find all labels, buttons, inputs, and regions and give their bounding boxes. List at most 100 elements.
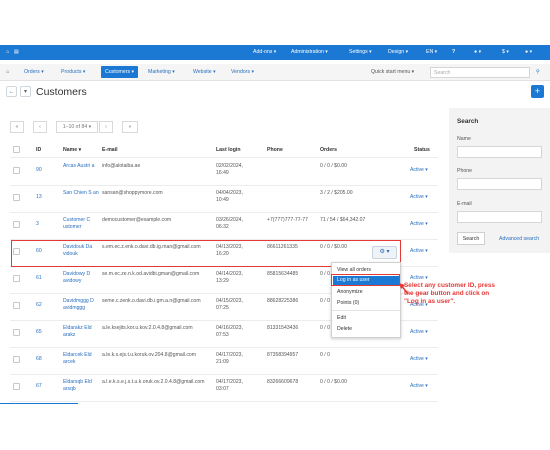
row-name[interactable]: Davidowy D avidowy — [63, 271, 99, 285]
row-id[interactable]: 68 — [36, 356, 42, 363]
quick-start-menu[interactable]: Quick start menu ▾ — [371, 69, 414, 75]
storefront-icon[interactable]: ⌂ — [6, 49, 9, 55]
menu-item-edit[interactable]: Edit — [337, 315, 346, 321]
row-checkbox[interactable] — [13, 302, 20, 309]
col-id[interactable]: ID — [36, 147, 41, 153]
row-name[interactable]: Customer C ustomer — [63, 217, 99, 231]
row-status[interactable]: Active ▾ — [410, 275, 428, 281]
sidebar-search-button[interactable]: Search — [457, 232, 485, 245]
row-email[interactable]: info@alotaiba.ae — [102, 163, 214, 170]
row-id[interactable]: 67 — [36, 383, 42, 390]
pagination-range[interactable]: 1–10 of 84 ▾ — [56, 121, 98, 133]
menu-item-delete[interactable]: Delete — [337, 326, 352, 332]
row-orders: 0 / 0 / $0.00 — [320, 379, 347, 385]
pages-icon[interactable]: ▤ — [14, 49, 19, 55]
row-email[interactable]: sansan@shoppymore.com — [102, 190, 214, 197]
row-status[interactable]: Active ▾ — [410, 221, 428, 227]
row-status[interactable]: Active ▾ — [410, 248, 428, 254]
select-all-checkbox[interactable] — [13, 146, 20, 153]
row-email[interactable]: a.le.k.s.ejs.t.u.koruk.ov.204.8@gmail.co… — [102, 352, 214, 359]
last-page-button[interactable]: » — [122, 121, 138, 133]
gear-button[interactable]: ⚙ ▾ — [372, 246, 397, 259]
row-id[interactable]: 90 — [36, 167, 42, 174]
back-button[interactable]: ← — [6, 86, 17, 97]
col-name[interactable]: Name ▾ — [63, 147, 81, 153]
menu-customers[interactable]: Customers ▾ — [101, 66, 139, 78]
name-field[interactable] — [457, 146, 542, 158]
row-checkbox[interactable] — [13, 329, 20, 336]
settings-menu[interactable]: Settings ▾ — [349, 49, 372, 55]
row-last-login: 04/16/2023, 07:53 — [216, 325, 243, 338]
row-orders: 0 / 0 — [320, 352, 330, 358]
menu-item-anonymize[interactable]: Anonymize — [337, 289, 363, 295]
row-name[interactable]: Eldarakz Eld arakz — [63, 325, 99, 339]
advanced-search-link[interactable]: Advanced search — [499, 236, 539, 242]
search-input[interactable]: Search — [430, 67, 530, 78]
search-icon[interactable]: ⚲ — [536, 69, 540, 75]
menu-divider — [332, 310, 400, 311]
row-status[interactable]: Active ▾ — [410, 167, 428, 173]
row-last-login: 04/17/2023, 21:09 — [216, 352, 243, 365]
row-id[interactable]: 13 — [36, 194, 42, 201]
menu-orders[interactable]: Orders ▾ — [24, 69, 44, 75]
row-email[interactable]: a.le.ksejits.kor.u.kov.2.0.4.8@gmail.com — [102, 325, 214, 332]
row-name[interactable]: Eldarcek Eld arcek — [63, 352, 99, 366]
menu-website[interactable]: Website ▾ — [193, 69, 216, 75]
addons-menu[interactable]: Add-ons ▾ — [253, 49, 276, 55]
user-icon[interactable]: ● ▾ — [525, 49, 532, 55]
next-page-button[interactable]: › — [99, 121, 113, 133]
home-icon[interactable]: ⌂ — [6, 69, 9, 75]
menu-marketing[interactable]: Marketing ▾ — [148, 69, 175, 75]
history-dropdown-button[interactable]: ▾ — [20, 86, 31, 97]
administration-menu[interactable]: Administration ▾ — [291, 49, 328, 55]
design-menu[interactable]: Design ▾ — [388, 49, 408, 55]
row-name[interactable]: Arcas Austri a — [63, 163, 99, 170]
col-email[interactable]: E-mail — [102, 147, 118, 153]
row-name[interactable]: San Chien S an — [63, 190, 99, 197]
row-status[interactable]: Active ▾ — [410, 356, 428, 362]
row-email[interactable]: a.l.e.k.s.e.j.s.t.u.k.oruk.ov.2.0.4.8@gm… — [102, 379, 214, 386]
row-checkbox[interactable] — [13, 383, 20, 390]
email-label: E-mail — [457, 201, 472, 207]
row-checkbox[interactable] — [13, 221, 20, 228]
row-divider — [10, 401, 438, 402]
row-email[interactable]: seme.c.zenk.o.davi.db.i.gm.a.n@gmail.com — [102, 298, 214, 305]
menu-item-view-orders[interactable]: View all orders — [337, 267, 371, 273]
add-customer-button[interactable]: + — [531, 85, 544, 98]
row-id[interactable]: 61 — [36, 275, 42, 282]
phone-label: Phone — [457, 168, 473, 174]
menu-item-points[interactable]: Points (0) — [337, 300, 359, 306]
row-email[interactable]: se.m.ec.ze.n.k.od.avidbi.gman@gmail.com — [102, 271, 214, 278]
row-name[interactable]: Davidmggg D avidmggg — [63, 298, 99, 312]
col-status[interactable]: Status — [414, 147, 430, 153]
language-menu[interactable]: EN ▾ — [426, 49, 437, 55]
row-email[interactable]: democustomer@example.com — [102, 217, 214, 224]
row-divider — [10, 374, 438, 375]
row-checkbox[interactable] — [13, 275, 20, 282]
row-id[interactable]: 65 — [36, 329, 42, 336]
first-page-button[interactable]: « — [10, 121, 24, 133]
row-checkbox[interactable] — [13, 167, 20, 174]
currency-menu[interactable]: $ ▾ — [502, 49, 509, 55]
row-name[interactable]: Eldarsqb Eld arsqb — [63, 379, 99, 393]
row-id[interactable]: 3 — [36, 221, 39, 228]
col-phone[interactable]: Phone — [267, 147, 283, 153]
col-orders[interactable]: Orders — [320, 147, 337, 153]
phone-field[interactable] — [457, 178, 542, 190]
row-id[interactable]: 62 — [36, 302, 42, 309]
row-orders: 71 / 54 / $64,342.07 — [320, 217, 366, 223]
row-status[interactable]: Active ▾ — [410, 329, 428, 335]
row-status[interactable]: Active ▾ — [410, 194, 428, 200]
email-field[interactable] — [457, 211, 542, 223]
bell-icon[interactable]: ● ▾ — [474, 49, 481, 55]
menu-vendors[interactable]: Vendors ▾ — [231, 69, 254, 75]
row-status[interactable]: Active ▾ — [410, 383, 428, 389]
prev-page-button[interactable]: ‹ — [33, 121, 47, 133]
row-checkbox[interactable] — [13, 194, 20, 201]
row-checkbox[interactable] — [13, 356, 20, 363]
col-last-login[interactable]: Last login — [216, 147, 241, 153]
instruction-callout: Select any customer ID, press the gear b… — [404, 282, 495, 305]
row-phone: 83266609678 — [267, 379, 299, 385]
help-icon[interactable]: ? — [452, 49, 455, 55]
menu-products[interactable]: Products ▾ — [61, 69, 86, 75]
